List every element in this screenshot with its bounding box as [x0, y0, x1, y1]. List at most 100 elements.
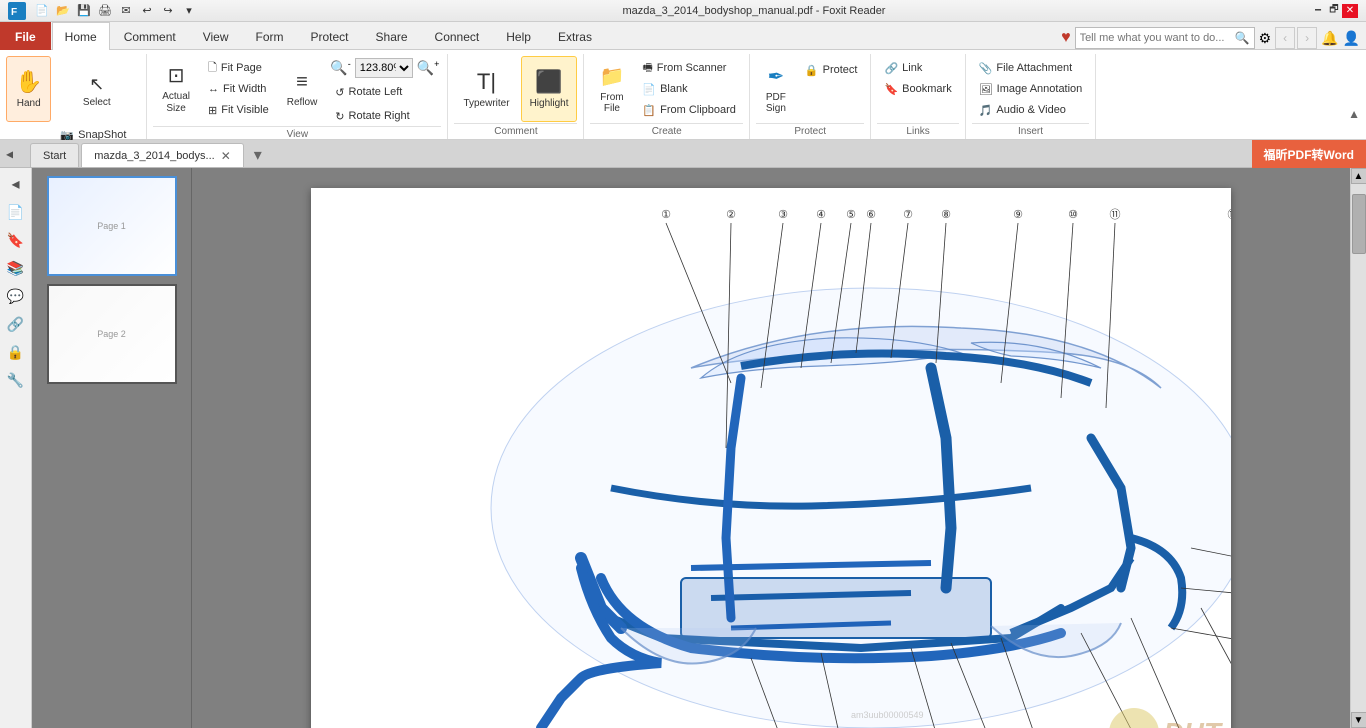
- notification-icon[interactable]: 🔔: [1321, 30, 1338, 47]
- page-thumb-1[interactable]: Page 1: [47, 176, 177, 276]
- nav-arrows: ‹ ›: [1275, 27, 1317, 49]
- scroll-down-button[interactable]: ▼: [1351, 712, 1366, 728]
- blank-icon: 📄: [642, 83, 656, 96]
- bookmark-button[interactable]: 🔖 Bookmark: [877, 79, 958, 99]
- tab-comment[interactable]: Comment: [111, 22, 189, 50]
- rotate-right-button[interactable]: ↻ Rotate Right: [328, 106, 441, 126]
- restore-button[interactable]: 🗗: [1326, 4, 1342, 18]
- tab-connect[interactable]: Connect: [422, 22, 493, 50]
- open-icon[interactable]: 📂: [54, 2, 72, 20]
- reflow-button[interactable]: ≡ Reflow: [278, 56, 327, 122]
- nav-prev-page-button[interactable]: ◂: [6, 145, 13, 162]
- fit-visible-label: Fit Visible: [221, 104, 268, 116]
- image-annotation-icon: 🖼: [979, 83, 993, 96]
- insert-col: 📎 File Attachment 🖼 Image Annotation 🎵 A…: [972, 56, 1090, 120]
- blank-button[interactable]: 📄 Blank: [635, 79, 743, 99]
- select-tool-button[interactable]: ↖ Select: [53, 58, 140, 124]
- audio-video-button[interactable]: 🎵 Audio & Video: [972, 100, 1090, 120]
- scroll-track[interactable]: [1351, 184, 1366, 712]
- search-toolbar[interactable]: 🔍: [1075, 27, 1255, 49]
- sidebar-bookmarks-tool[interactable]: 🔖: [4, 228, 28, 252]
- svg-text:③: ③: [778, 209, 788, 221]
- actual-size-button[interactable]: ⊡ ActualSize: [153, 56, 199, 122]
- tab-help[interactable]: Help: [493, 22, 544, 50]
- favorite-icon[interactable]: ♥: [1061, 29, 1071, 47]
- customize-icon[interactable]: ▾: [180, 2, 198, 20]
- new-icon[interactable]: 📄: [33, 2, 51, 20]
- app-icon: F: [8, 2, 26, 20]
- fit-width-label: Fit Width: [223, 83, 266, 95]
- help-search-input[interactable]: [1076, 32, 1231, 44]
- svg-text:⑦: ⑦: [903, 209, 913, 221]
- from-scanner-button[interactable]: 🖷 From Scanner: [635, 58, 743, 78]
- typewriter-button[interactable]: T| Typewriter: [454, 56, 518, 122]
- minimize-button[interactable]: 🗕: [1310, 4, 1326, 18]
- fit-width-button[interactable]: ↔ Fit Width: [201, 79, 276, 99]
- tab-form[interactable]: Form: [243, 22, 297, 50]
- insert-group-label: Insert: [972, 123, 1090, 139]
- sidebar-pages-tool[interactable]: 📄: [4, 200, 28, 224]
- new-tab-button[interactable]: ▾: [246, 143, 270, 167]
- fit-visible-button[interactable]: ⊞ Fit Visible: [201, 100, 276, 120]
- tab-close-button[interactable]: ✕: [221, 149, 231, 163]
- page-thumb-2[interactable]: Page 2: [47, 284, 177, 384]
- scroll-up-button[interactable]: ▲: [1351, 168, 1366, 184]
- redo-icon[interactable]: ↪: [159, 2, 177, 20]
- sidebar-links-tool[interactable]: 🔗: [4, 312, 28, 336]
- svg-text:⑨: ⑨: [1013, 209, 1023, 221]
- collapse-ribbon-button[interactable]: ▲: [1348, 107, 1360, 121]
- highlight-button[interactable]: ⬛ Highlight: [521, 56, 578, 122]
- link-icon: 🔗: [884, 62, 898, 75]
- document-view[interactable]: ① ② ③ ④ ⑤ ⑥ ⑦ ⑧ ⑨ ⑩ ⑪ ⑫ ⑬ ⑭: [192, 168, 1350, 728]
- nav-back-button[interactable]: ‹: [1275, 27, 1295, 49]
- link-button[interactable]: 🔗 Link: [877, 58, 958, 78]
- from-file-button[interactable]: 📁 FromFile: [590, 56, 633, 122]
- fit-page-icon: 🗋: [208, 59, 217, 78]
- svg-text:⑤: ⑤: [846, 209, 856, 221]
- ribbon-content: ✋ Hand ↖ Select 📷 SnapShot 📋 Clipboard ▾: [0, 50, 1366, 140]
- zoom-in-button[interactable]: 🔍+: [415, 59, 442, 77]
- doc-tab-current[interactable]: mazda_3_2014_bodys... ✕: [81, 143, 244, 167]
- tab-file[interactable]: File: [0, 22, 51, 50]
- undo-icon[interactable]: ↩: [138, 2, 156, 20]
- highlight-icon: ⬛: [535, 69, 562, 95]
- settings-icon[interactable]: ⚙: [1259, 30, 1272, 47]
- print-icon[interactable]: 🖨: [96, 2, 114, 20]
- from-file-label: FromFile: [600, 92, 623, 114]
- file-attachment-button[interactable]: 📎 File Attachment: [972, 58, 1090, 78]
- email-icon[interactable]: ✉: [117, 2, 135, 20]
- tab-view[interactable]: View: [190, 22, 242, 50]
- tab-share[interactable]: Share: [363, 22, 421, 50]
- from-clipboard-button[interactable]: 📋 From Clipboard: [635, 100, 743, 120]
- nav-forward-button[interactable]: ›: [1297, 27, 1317, 49]
- hand-tool-button[interactable]: ✋ Hand: [6, 56, 51, 122]
- scroll-thumb[interactable]: [1352, 194, 1366, 254]
- svg-text:④: ④: [816, 209, 826, 221]
- svg-text:⑧: ⑧: [941, 209, 951, 221]
- account-icon[interactable]: 👤: [1343, 30, 1360, 47]
- sidebar-lock-tool[interactable]: 🔒: [4, 340, 28, 364]
- tab-extras[interactable]: Extras: [545, 22, 605, 50]
- sidebar-settings-tool[interactable]: 🔧: [4, 368, 28, 392]
- protect-col: 🔒 Protect: [798, 56, 865, 80]
- image-annotation-button[interactable]: 🖼 Image Annotation: [972, 79, 1090, 99]
- sidebar-nav-toggle[interactable]: ◂: [4, 172, 28, 196]
- tab-protect[interactable]: Protect: [298, 22, 362, 50]
- svg-text:am3uub00000549: am3uub00000549: [851, 710, 924, 720]
- zoom-out-button[interactable]: 🔍-: [328, 59, 352, 77]
- protect-button[interactable]: 🔒 Protect: [798, 60, 865, 80]
- sidebar-comments-tool[interactable]: 💬: [4, 284, 28, 308]
- zoom-select[interactable]: 123.80% 50% 75% 100% 125% 150% 200%: [355, 58, 413, 78]
- save-icon[interactable]: 💾: [75, 2, 93, 20]
- vertical-scrollbar[interactable]: ▲ ▼: [1350, 168, 1366, 728]
- doc-tab-start[interactable]: Start: [30, 143, 79, 167]
- tab-home[interactable]: Home: [52, 22, 110, 50]
- sidebar-layers-tool[interactable]: 📚: [4, 256, 28, 280]
- rotate-left-button[interactable]: ↺ Rotate Left: [328, 82, 441, 102]
- svg-text:⑩: ⑩: [1068, 209, 1078, 221]
- pdf-sign-button[interactable]: ✒ PDFSign: [756, 56, 796, 122]
- fit-page-button[interactable]: 🗋 Fit Page: [201, 58, 276, 78]
- file-attachment-icon: 📎: [979, 62, 993, 75]
- promo-banner[interactable]: 福昕PDF转Word: [1252, 140, 1366, 168]
- close-button[interactable]: ✕: [1342, 4, 1358, 18]
